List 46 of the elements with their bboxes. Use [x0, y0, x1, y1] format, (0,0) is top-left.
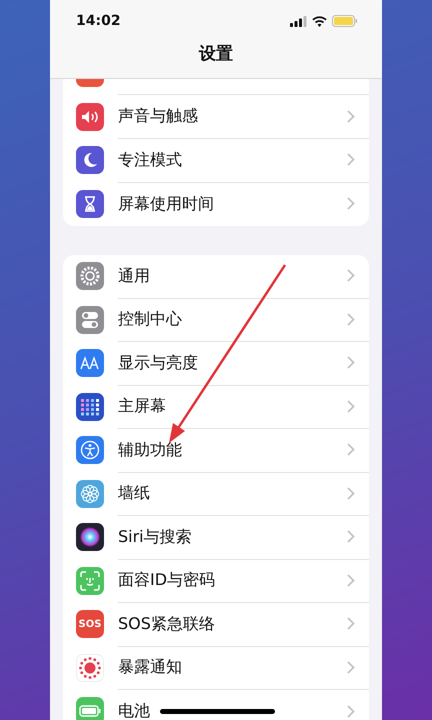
sos-icon: SOS: [76, 610, 104, 638]
chevron-icon: [347, 197, 355, 210]
chevron-icon: [347, 617, 355, 630]
row-label: 显示与亮度: [118, 354, 198, 372]
chevron-icon: [347, 574, 355, 587]
row-label: 电池: [118, 702, 150, 720]
settings-row[interactable]: 通用: [63, 254, 369, 298]
chevron-icon: [347, 530, 355, 544]
row-label: 声音与触感: [118, 107, 198, 126]
row-label: 墙纸: [118, 484, 150, 502]
settings-row[interactable]: 显示与亮度: [63, 342, 369, 385]
app-icon: [76, 79, 104, 87]
chevron-icon: [347, 400, 355, 413]
settings-row[interactable]: 声音与触感: [63, 95, 369, 138]
settings-row[interactable]: 墙纸: [63, 472, 369, 516]
chevron-icon: [347, 443, 355, 456]
page-title: 设置: [199, 43, 233, 65]
settings-row[interactable]: 屏幕使用时间: [63, 182, 369, 226]
row-label: Siri与搜索: [118, 528, 192, 546]
settings-row[interactable]: 专注模式: [63, 138, 369, 182]
row-label: 屏幕使用时间: [118, 194, 214, 213]
chevron-icon: [347, 153, 355, 166]
settings-row[interactable]: 暴露通知: [63, 646, 369, 690]
signal-icon: [290, 16, 307, 26]
chevron-icon: [347, 486, 355, 500]
chevron-icon: [347, 356, 355, 370]
row-label: 专注模式: [118, 150, 182, 169]
row-label: 暴露通知: [118, 658, 182, 676]
row-label: SOS紧急联络: [118, 614, 215, 633]
status-time: 14:02: [76, 13, 121, 29]
settings-row[interactable]: Siri与搜索: [63, 516, 369, 559]
settings-row[interactable]: 控制中心: [63, 298, 369, 342]
row-label: 控制中心: [118, 310, 182, 328]
chevron-icon: [347, 312, 355, 326]
settings-row[interactable]: 面容ID与密码: [63, 559, 369, 602]
row-label: 主屏幕: [118, 397, 166, 416]
chevron-icon: [347, 660, 355, 674]
row-label: 通用: [118, 266, 150, 285]
settings-row[interactable]: SOS SOS紧急联络: [63, 602, 369, 646]
row-label: 辅助功能: [118, 440, 182, 459]
chevron-icon: [347, 110, 355, 123]
chevron-icon: [347, 704, 355, 718]
settings-row[interactable]: 主屏幕: [63, 385, 369, 428]
chevron-icon: [347, 269, 355, 282]
wifi-icon: [312, 16, 327, 26]
row-label: 面容ID与密码: [118, 571, 216, 590]
